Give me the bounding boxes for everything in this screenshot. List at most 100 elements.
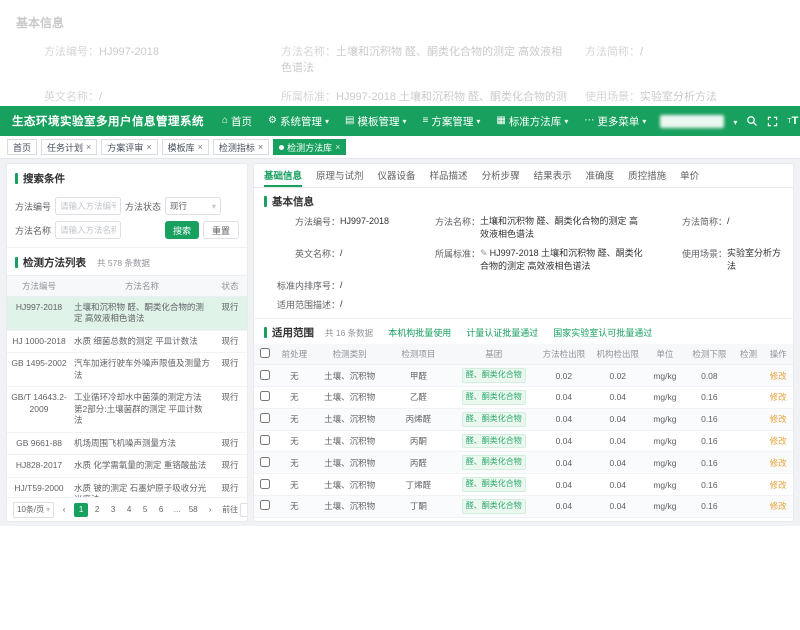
fullscreen-icon[interactable] xyxy=(767,116,778,127)
detail-tab[interactable]: 基础信息 xyxy=(264,164,302,187)
row-checkbox[interactable] xyxy=(260,435,270,445)
edit-link[interactable]: 修改 xyxy=(770,392,787,402)
method-row[interactable]: HJ 1000-2018 水质 细菌总数的测定 平皿计数法 现行 xyxy=(7,331,247,353)
page-button[interactable]: 3 xyxy=(106,503,120,517)
edit-link[interactable]: 修改 xyxy=(770,480,787,490)
view-tab[interactable]: 任务计划 xyxy=(41,139,97,155)
page-button[interactable]: 4 xyxy=(122,503,136,517)
search-icon[interactable] xyxy=(746,115,758,127)
edit-link[interactable]: 修改 xyxy=(770,458,787,468)
close-icon[interactable] xyxy=(198,142,203,152)
column-header: 机构检出限 xyxy=(591,344,645,365)
checkbox-cell xyxy=(254,452,276,474)
detail-tab[interactable]: 结果表示 xyxy=(534,164,572,187)
method-code: HJ997-2018 xyxy=(7,297,71,330)
pretreatment-cell: 无 xyxy=(276,452,314,474)
method-row[interactable]: HJ828-2017 水质 化学需氧量的测定 重铬酸盐法 现行 xyxy=(7,455,247,477)
row-checkbox[interactable] xyxy=(260,500,270,510)
page-button[interactable]: 6 xyxy=(154,503,168,517)
method-name: 土壤和沉积物 醛、酮类化合物的测定 高效液相色谱法 xyxy=(71,297,213,330)
method-name-input[interactable] xyxy=(55,221,121,239)
detail-tabs: 基础信息 原理与试剂 仪器设备 样品描述 分析步骤 结果表示 准确度 质控措施 … xyxy=(254,164,793,188)
method-row[interactable]: HJ997-2018 土壤和沉积物 醛、酮类化合物的测定 高效液相色谱法 现行 xyxy=(7,297,247,331)
method-code-input[interactable] xyxy=(55,197,121,215)
edit-link[interactable]: 修改 xyxy=(770,414,787,424)
page-button[interactable]: 5 xyxy=(138,503,152,517)
method-row[interactable]: HJ/T59-2000 水质 铍的测定 石墨炉原子吸收分光光度法 现行 xyxy=(7,478,247,497)
page-button[interactable]: ... xyxy=(170,503,184,517)
row-checkbox[interactable] xyxy=(260,457,270,467)
detail-tab[interactable]: 仪器设备 xyxy=(378,164,416,187)
nav-menu-item[interactable]: ≡ 方案管理 xyxy=(423,114,481,129)
close-icon[interactable] xyxy=(258,142,263,152)
edit-link[interactable]: 修改 xyxy=(770,501,787,511)
unit-cell: mg/kg xyxy=(645,387,685,409)
detail-tab[interactable]: 质控措施 xyxy=(628,164,666,187)
method-row[interactable]: GB 1495-2002 汽车加速行驶车外噪声限值及测量方法 现行 xyxy=(7,353,247,387)
checkbox-column-header xyxy=(254,344,276,365)
detail-tab[interactable]: 分析步骤 xyxy=(482,164,520,187)
method-status: 现行 xyxy=(213,297,247,330)
search-form-row: 方法名称 搜索 重置 xyxy=(15,221,239,239)
close-icon[interactable] xyxy=(86,142,91,152)
close-icon[interactable] xyxy=(146,142,151,152)
nav-menu-item[interactable]: ▤ 模板管理 xyxy=(345,114,406,129)
goto-page-input[interactable] xyxy=(240,503,248,517)
next-page-button[interactable] xyxy=(203,503,217,517)
view-tab-label: 首页 xyxy=(13,141,31,154)
page-button[interactable]: 58 xyxy=(186,503,200,517)
nav-menu-item[interactable]: ▦ 标准方法库 xyxy=(496,114,568,129)
table-row: 无 土壤、沉积物 丙醛 醛、酮类化合物 0.04 0.04 mg/kg 0.16… xyxy=(254,452,793,474)
lower-limit-cell: 0.16 xyxy=(685,408,734,430)
detail-tab[interactable]: 准确度 xyxy=(586,164,615,187)
column-header: 检测 xyxy=(734,344,764,365)
nav-menu-item[interactable]: ⚙ 系统管理 xyxy=(268,114,329,129)
detail-tab[interactable]: 单价 xyxy=(680,164,699,187)
edit-link[interactable]: 修改 xyxy=(770,371,787,381)
method-row[interactable]: GB/T 14643.2-2009 工业循环冷却水中菌藻的测定方法 第2部分:土… xyxy=(7,387,247,432)
view-tab[interactable]: 首页 xyxy=(7,139,37,155)
page-button[interactable]: 1 xyxy=(74,503,88,517)
detail-tab[interactable]: 原理与试剂 xyxy=(316,164,364,187)
close-icon[interactable] xyxy=(335,142,340,152)
page-button[interactable]: 2 xyxy=(90,503,104,517)
view-tab-label: 检测方法库 xyxy=(287,141,332,154)
group-tag: 醛、酮类化合物 xyxy=(462,499,526,514)
row-checkbox[interactable] xyxy=(260,370,270,380)
chevron-down-icon xyxy=(46,505,50,514)
item-cell: 丙醛 xyxy=(386,452,451,474)
username-redacted[interactable] xyxy=(660,115,724,128)
font-size-icon[interactable] xyxy=(787,115,798,127)
detect-cell xyxy=(734,517,764,522)
method-status-select[interactable]: 现行 xyxy=(165,197,221,215)
row-checkbox[interactable] xyxy=(260,391,270,401)
pagination: 10条/页 1 2 3 4 5 xyxy=(7,497,247,521)
nav-menu-item[interactable]: ⌂ 首页 xyxy=(222,114,252,129)
reset-button[interactable]: 重置 xyxy=(203,221,239,239)
view-tab[interactable]: 检测方法库 xyxy=(273,139,346,155)
active-dot xyxy=(279,145,284,150)
detail-tab[interactable]: 样品描述 xyxy=(430,164,468,187)
batch-cnas-link[interactable]: 国家实验室认可批量通过 xyxy=(553,326,652,339)
group-cell: 醛、酮类化合物 xyxy=(451,387,537,409)
row-checkbox[interactable] xyxy=(260,413,270,423)
method-status: 现行 xyxy=(213,433,247,454)
row-checkbox[interactable] xyxy=(260,479,270,489)
nav-menu-item[interactable]: ⋯ 更多菜单 xyxy=(584,114,646,129)
search-button[interactable]: 搜索 xyxy=(165,221,199,239)
view-tab[interactable]: 检测指标 xyxy=(213,139,269,155)
goto-page: 前往 页 xyxy=(222,503,248,517)
prev-page-button[interactable] xyxy=(57,503,71,517)
tags-view-bar: 首页 任务计划 方案评审 模板库 检测指 xyxy=(0,136,800,159)
method-row[interactable]: GB 9661-88 机场周围飞机噪声测量方法 现行 xyxy=(7,433,247,455)
batch-cma-link[interactable]: 计量认证批量通过 xyxy=(466,326,538,339)
select-all-checkbox[interactable] xyxy=(260,348,270,358)
edit-icon xyxy=(480,248,488,258)
category-cell: 土壤、沉积物 xyxy=(313,496,386,518)
page-size-select[interactable]: 10条/页 xyxy=(13,502,54,518)
edit-link[interactable]: 修改 xyxy=(770,436,787,446)
batch-use-link[interactable]: 本机构批量使用 xyxy=(388,326,451,339)
view-tab[interactable]: 模板库 xyxy=(162,139,209,155)
navbar-actions xyxy=(660,112,800,130)
view-tab[interactable]: 方案评审 xyxy=(101,139,157,155)
